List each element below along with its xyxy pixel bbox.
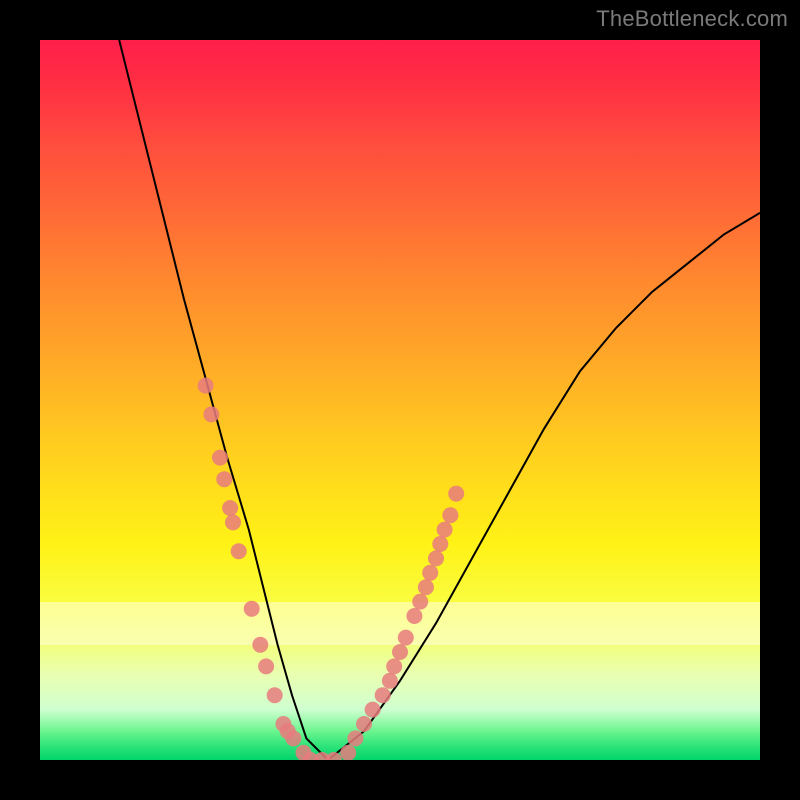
data-dot — [258, 658, 274, 674]
plot-area — [40, 40, 760, 760]
data-dot — [422, 565, 438, 581]
chart-frame: TheBottleneck.com — [0, 0, 800, 800]
data-dots — [198, 378, 465, 760]
data-dot — [432, 536, 448, 552]
data-dot — [231, 543, 247, 559]
data-dot — [222, 500, 238, 516]
data-dot — [392, 644, 408, 660]
data-dot — [252, 637, 268, 653]
data-dot — [418, 579, 434, 595]
data-dot — [428, 550, 444, 566]
watermark-text: TheBottleneck.com — [596, 6, 788, 32]
data-dot — [347, 730, 363, 746]
data-dot — [356, 716, 372, 732]
curve-layer — [40, 40, 760, 760]
data-dot — [225, 514, 241, 530]
data-dot — [448, 486, 464, 502]
data-dot — [412, 594, 428, 610]
curve-path — [119, 40, 760, 760]
data-dot — [212, 450, 228, 466]
data-dot — [386, 658, 402, 674]
data-dot — [398, 630, 414, 646]
data-dot — [285, 730, 301, 746]
data-dot — [406, 608, 422, 624]
data-dot — [198, 378, 214, 394]
data-dot — [437, 522, 453, 538]
data-dot — [326, 752, 342, 760]
data-dot — [216, 471, 232, 487]
data-dot — [244, 601, 260, 617]
data-dot — [203, 406, 219, 422]
data-dot — [382, 673, 398, 689]
data-dot — [375, 687, 391, 703]
data-dot — [267, 687, 283, 703]
data-dot — [365, 702, 381, 718]
bottleneck-curve — [119, 40, 760, 760]
data-dot — [442, 507, 458, 523]
